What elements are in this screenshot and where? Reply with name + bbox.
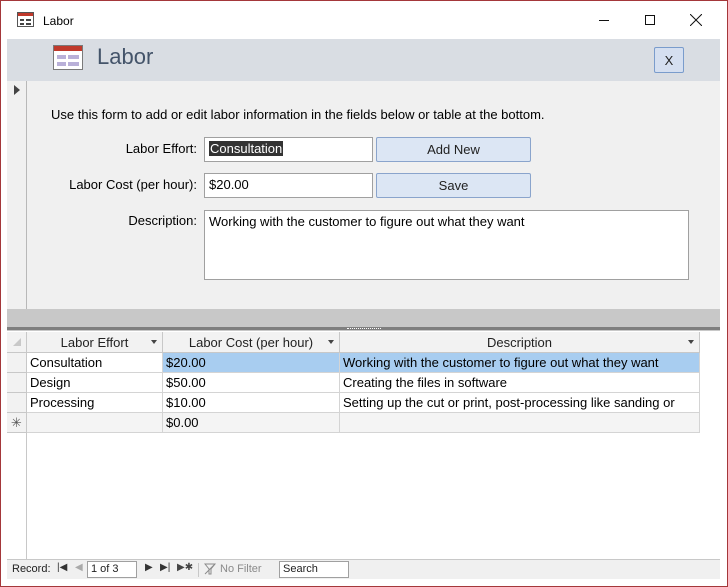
cell-description[interactable]: Setting up the cut or print, post-proces… — [340, 393, 700, 413]
labor-effort-value: Consultation — [209, 141, 284, 156]
cell-labor-cost[interactable]: $20.00 — [163, 353, 340, 373]
form-app-icon — [17, 12, 34, 27]
maximize-button[interactable] — [627, 5, 673, 35]
no-filter-label[interactable]: No Filter — [220, 563, 262, 575]
record-navigation-bar: Record: |◀ ◀ 1 of 3 ▶ ▶| ▶✱ No Filter Se… — [7, 559, 720, 579]
add-new-button[interactable]: Add New — [376, 137, 531, 162]
cell-description[interactable]: Creating the files in software — [340, 373, 700, 393]
minimize-icon — [599, 19, 609, 21]
row-selector[interactable] — [7, 353, 27, 373]
current-record-icon — [14, 85, 20, 95]
close-icon — [690, 14, 702, 26]
record-selector[interactable] — [7, 81, 27, 309]
labor-window: Labor Labor X Use this form to add or ed… — [0, 0, 728, 587]
record-label: Record: — [12, 563, 51, 575]
column-header-label: Labor Cost (per hour) — [188, 334, 314, 350]
first-record-icon[interactable]: |◀ — [57, 562, 67, 573]
column-header-labor-cost[interactable]: Labor Cost (per hour) — [163, 332, 340, 353]
new-record-icon[interactable]: ▶✱ — [177, 562, 193, 573]
row-selector[interactable] — [7, 393, 27, 413]
next-record-icon[interactable]: ▶ — [145, 562, 153, 573]
labor-datasheet: Labor Effort Labor Cost (per hour) Descr… — [7, 332, 720, 559]
splitter-grip-icon — [347, 328, 381, 330]
new-cell-labor-effort[interactable] — [27, 413, 163, 433]
cell-labor-effort[interactable]: Design — [27, 373, 163, 393]
title-bar: Labor — [1, 1, 727, 39]
cell-labor-cost[interactable]: $10.00 — [163, 393, 340, 413]
labor-cost-label: Labor Cost (per hour): — [69, 177, 197, 192]
previous-record-icon[interactable]: ◀ — [75, 562, 83, 573]
current-record-input[interactable]: 1 of 3 — [87, 561, 137, 578]
maximize-icon — [645, 15, 655, 25]
cell-labor-effort[interactable]: Consultation — [27, 353, 163, 373]
dropdown-arrow-icon[interactable] — [328, 340, 334, 344]
form-title: Labor — [97, 44, 154, 69]
window-title: Labor — [43, 14, 74, 28]
cell-description[interactable]: Working with the customer to figure out … — [340, 353, 700, 373]
detail-section: Use this form to add or edit labor infor… — [7, 81, 720, 309]
column-header-label: Labor Effort — [60, 334, 129, 350]
labor-effort-field[interactable]: Consultation — [204, 137, 373, 162]
window-close-button[interactable] — [673, 5, 719, 35]
new-cell-description[interactable] — [340, 413, 700, 433]
column-header-description[interactable]: Description — [340, 332, 700, 353]
dropdown-arrow-icon[interactable] — [688, 340, 694, 344]
form-icon — [53, 45, 83, 70]
row-selector[interactable] — [7, 373, 27, 393]
cell-labor-cost[interactable]: $50.00 — [163, 373, 340, 393]
form-splitter[interactable] — [7, 309, 720, 331]
new-cell-labor-cost[interactable]: $0.00 — [163, 413, 340, 433]
minimize-button[interactable] — [581, 5, 627, 35]
dropdown-arrow-icon[interactable] — [151, 340, 157, 344]
search-input[interactable]: Search — [279, 561, 349, 578]
column-header-labor-effort[interactable]: Labor Effort — [27, 332, 163, 353]
labor-effort-label: Labor Effort: — [125, 141, 197, 156]
column-header-label: Description — [486, 334, 553, 350]
cell-labor-effort[interactable]: Processing — [27, 393, 163, 413]
select-all-corner[interactable] — [7, 332, 27, 353]
save-button[interactable]: Save — [376, 173, 531, 198]
labor-cost-field[interactable]: $20.00 — [204, 173, 373, 198]
form-header: Labor X — [7, 39, 720, 81]
last-record-icon[interactable]: ▶| — [160, 562, 170, 573]
filter-icon[interactable] — [204, 563, 216, 575]
close-form-button[interactable]: X — [654, 47, 684, 73]
new-record-marker[interactable]: ✳ — [7, 413, 27, 433]
description-field[interactable]: Working with the customer to figure out … — [204, 210, 689, 280]
instructions-text: Use this form to add or edit labor infor… — [51, 107, 545, 122]
description-label: Description: — [128, 213, 197, 228]
